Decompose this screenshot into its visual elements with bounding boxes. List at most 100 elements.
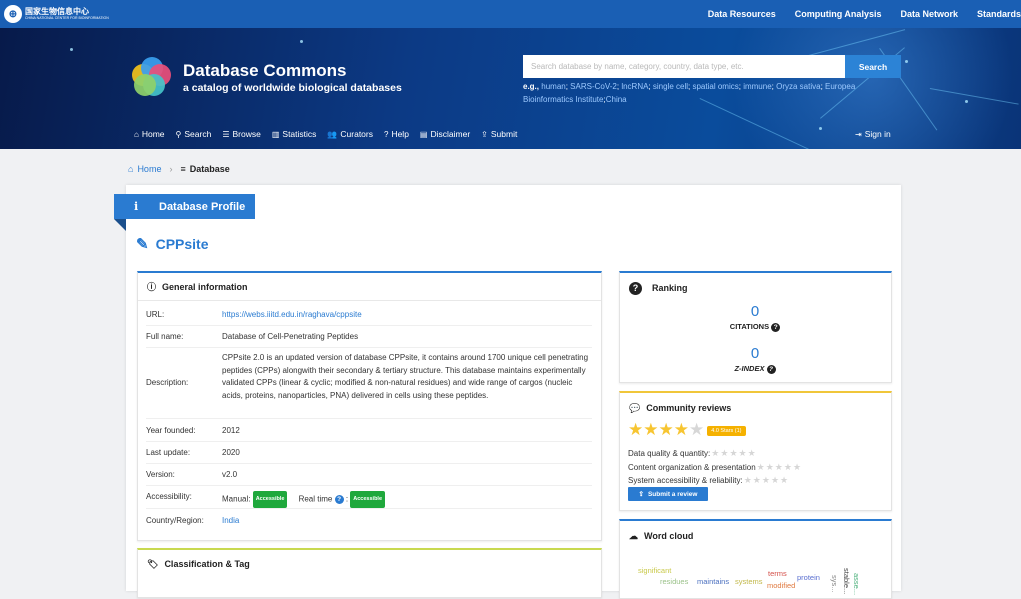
- word-cloud-word[interactable]: systems: [735, 577, 763, 586]
- database-icon: ≡: [180, 164, 186, 174]
- country-link[interactable]: India: [222, 515, 592, 528]
- brand[interactable]: Database Commons a catalog of worldwide …: [129, 56, 402, 100]
- help-icon[interactable]: ?: [334, 494, 344, 504]
- rating-stars: ★★★★★: [628, 420, 705, 439]
- search-button[interactable]: Search: [845, 55, 901, 78]
- ranking-panel: ? Ranking 0 CITATIONS ? 0 Z-INDEX ?: [619, 271, 892, 383]
- manual-status-badge: Accessible: [252, 491, 288, 508]
- top-nav: Data Resources Computing Analysis Data N…: [708, 0, 1021, 28]
- example-link[interactable]: human: [541, 82, 565, 91]
- nav-browse[interactable]: ☰ Browse: [222, 129, 261, 139]
- breadcrumb-home[interactable]: ⌂ Home: [128, 164, 161, 174]
- word-cloud-word[interactable]: maintains: [697, 577, 729, 586]
- update-row: Last update: 2020: [146, 447, 592, 460]
- rating-stars: ★★★★★: [711, 448, 756, 458]
- cncb-logo-icon: ⊕: [4, 5, 22, 23]
- tag-icon: 🏷: [147, 558, 159, 569]
- review-row: System accessibility & reliability: ★★★★★: [628, 475, 789, 485]
- cloud-icon: ☁: [629, 530, 638, 541]
- ranking-heading: Ranking: [652, 283, 688, 293]
- nav-disclaimer[interactable]: ▤ Disclaimer: [420, 129, 470, 139]
- review-row: Content organization & presentation ★★★★★: [628, 462, 802, 472]
- example-link[interactable]: immune: [743, 82, 771, 91]
- word-cloud-panel: ☁ Word cloud significant residues maintai…: [619, 519, 892, 599]
- info-circle-icon: ⓘ: [147, 282, 157, 292]
- nav-submit[interactable]: ⇪ Submit: [481, 129, 517, 139]
- sign-in-link[interactable]: ⇥ Sign in: [855, 129, 891, 139]
- word-cloud-word[interactable]: residues: [660, 577, 688, 586]
- nav-help[interactable]: ? Help: [384, 129, 409, 139]
- search-input[interactable]: [523, 55, 845, 78]
- accessibility-row: Accessibility: Manual: Accessible Real t…: [146, 491, 592, 508]
- examples-label: e.g.,: [523, 82, 540, 91]
- help-icon: ?: [383, 129, 389, 139]
- version-value: v2.0: [222, 470, 238, 479]
- word-cloud-word[interactable]: stable...: [842, 568, 851, 594]
- database-title: ✎ CPPsite: [136, 236, 209, 253]
- example-link[interactable]: China: [606, 95, 627, 104]
- upload-icon: ⇪: [481, 129, 488, 139]
- topnav-standards[interactable]: Standards: [977, 9, 1021, 19]
- sign-in-icon: ⇥: [855, 129, 862, 139]
- main-nav: ⌂ Home ⚲ Search ☰ Browse ▥ Statistics 👥 Curat…: [134, 129, 528, 139]
- search-examples: e.g., human; SARS-CoV-2; lncRNA; single …: [523, 82, 856, 104]
- description-row: Description: CPPsite 2.0 is an updated v…: [146, 352, 592, 402]
- site-subtitle: a catalog of worldwide biological databa…: [183, 82, 402, 94]
- word-cloud-word[interactable]: modified: [767, 581, 795, 590]
- document-icon: ▤: [419, 129, 428, 139]
- help-icon[interactable]: ?: [771, 322, 781, 332]
- example-link[interactable]: SARS-CoV-2: [570, 82, 617, 91]
- search-bar: Search: [523, 55, 901, 78]
- topnav-data-network[interactable]: Data Network: [900, 9, 958, 19]
- org-name-en: CHINA NATIONAL CENTER FOR BIOINFORMATION: [25, 16, 109, 20]
- wordcloud-heading: Word cloud: [644, 531, 694, 541]
- update-value: 2020: [222, 448, 240, 457]
- zindex-count[interactable]: 0: [620, 345, 890, 362]
- rating-stars: ★★★★★: [756, 462, 802, 472]
- realtime-status-badge: Accessible: [350, 491, 386, 508]
- nav-search[interactable]: ⚲ Search: [176, 129, 212, 139]
- word-cloud-word[interactable]: terms: [768, 569, 787, 578]
- example-link[interactable]: Europea: [825, 82, 855, 91]
- word-cloud-word[interactable]: significant: [638, 566, 671, 575]
- top-bar: ⊕ 国家生物信息中心 CHINA NATIONAL CENTER FOR BIO…: [0, 0, 1021, 28]
- nav-statistics[interactable]: ▥ Statistics: [272, 129, 317, 139]
- breadcrumb: ⌂ Home › ≡ Database: [128, 164, 230, 174]
- bar-chart-icon: ▥: [271, 129, 280, 139]
- word-cloud-word[interactable]: protein: [797, 573, 820, 582]
- description-value: CPPsite 2.0 is an updated version of dat…: [222, 353, 589, 400]
- year-row: Year founded: 2012: [146, 425, 592, 438]
- word-cloud-word[interactable]: sys...: [830, 575, 839, 593]
- home-icon: ⌂: [128, 164, 134, 174]
- zindex-label: Z-INDEX: [734, 364, 765, 373]
- topnav-computing-analysis[interactable]: Computing Analysis: [795, 9, 882, 19]
- database-profile-ribbon: i Database Profile: [114, 194, 255, 219]
- edit-icon: ✎: [136, 236, 149, 253]
- org-logo-block[interactable]: ⊕ 国家生物信息中心 CHINA NATIONAL CENTER FOR BIO…: [4, 5, 109, 23]
- fullname-value: Database of Cell-Penetrating Peptides: [222, 332, 359, 341]
- example-link[interactable]: Bioinformatics Institute: [523, 95, 603, 104]
- rating-badge: 4.0 Stars (1): [707, 425, 746, 436]
- fullname-row: Full name: Database of Cell-Penetrating …: [146, 331, 592, 344]
- reviews-heading: Community reviews: [646, 403, 732, 413]
- nav-curators[interactable]: 👥 Curators: [327, 129, 373, 139]
- url-link[interactable]: https://webs.iiitd.edu.in/raghava/cppsit…: [222, 309, 592, 322]
- citations-count[interactable]: 0: [620, 303, 890, 320]
- submit-review-button[interactable]: ⇪ Submit a review: [628, 487, 708, 501]
- general-info-panel: ⓘ General information URL: https://webs.i…: [137, 271, 602, 541]
- general-info-heading: General information: [162, 281, 248, 292]
- help-icon[interactable]: ?: [766, 364, 776, 374]
- example-link[interactable]: single cell: [653, 82, 688, 91]
- question-icon: ?: [629, 281, 642, 295]
- example-link[interactable]: Oryza sativa: [776, 82, 820, 91]
- upload-icon: ⇪: [638, 491, 644, 498]
- example-link[interactable]: spatial omics: [692, 82, 738, 91]
- database-commons-logo-icon: [129, 56, 173, 100]
- review-row: Data quality & quantity: ★★★★★: [628, 448, 756, 458]
- search-icon: ⚲: [175, 129, 182, 139]
- nav-home[interactable]: ⌂ Home: [134, 129, 165, 139]
- word-cloud-word[interactable]: asse...: [852, 573, 861, 595]
- year-value: 2012: [222, 426, 240, 435]
- topnav-data-resources[interactable]: Data Resources: [708, 9, 776, 19]
- example-link[interactable]: lncRNA: [621, 82, 648, 91]
